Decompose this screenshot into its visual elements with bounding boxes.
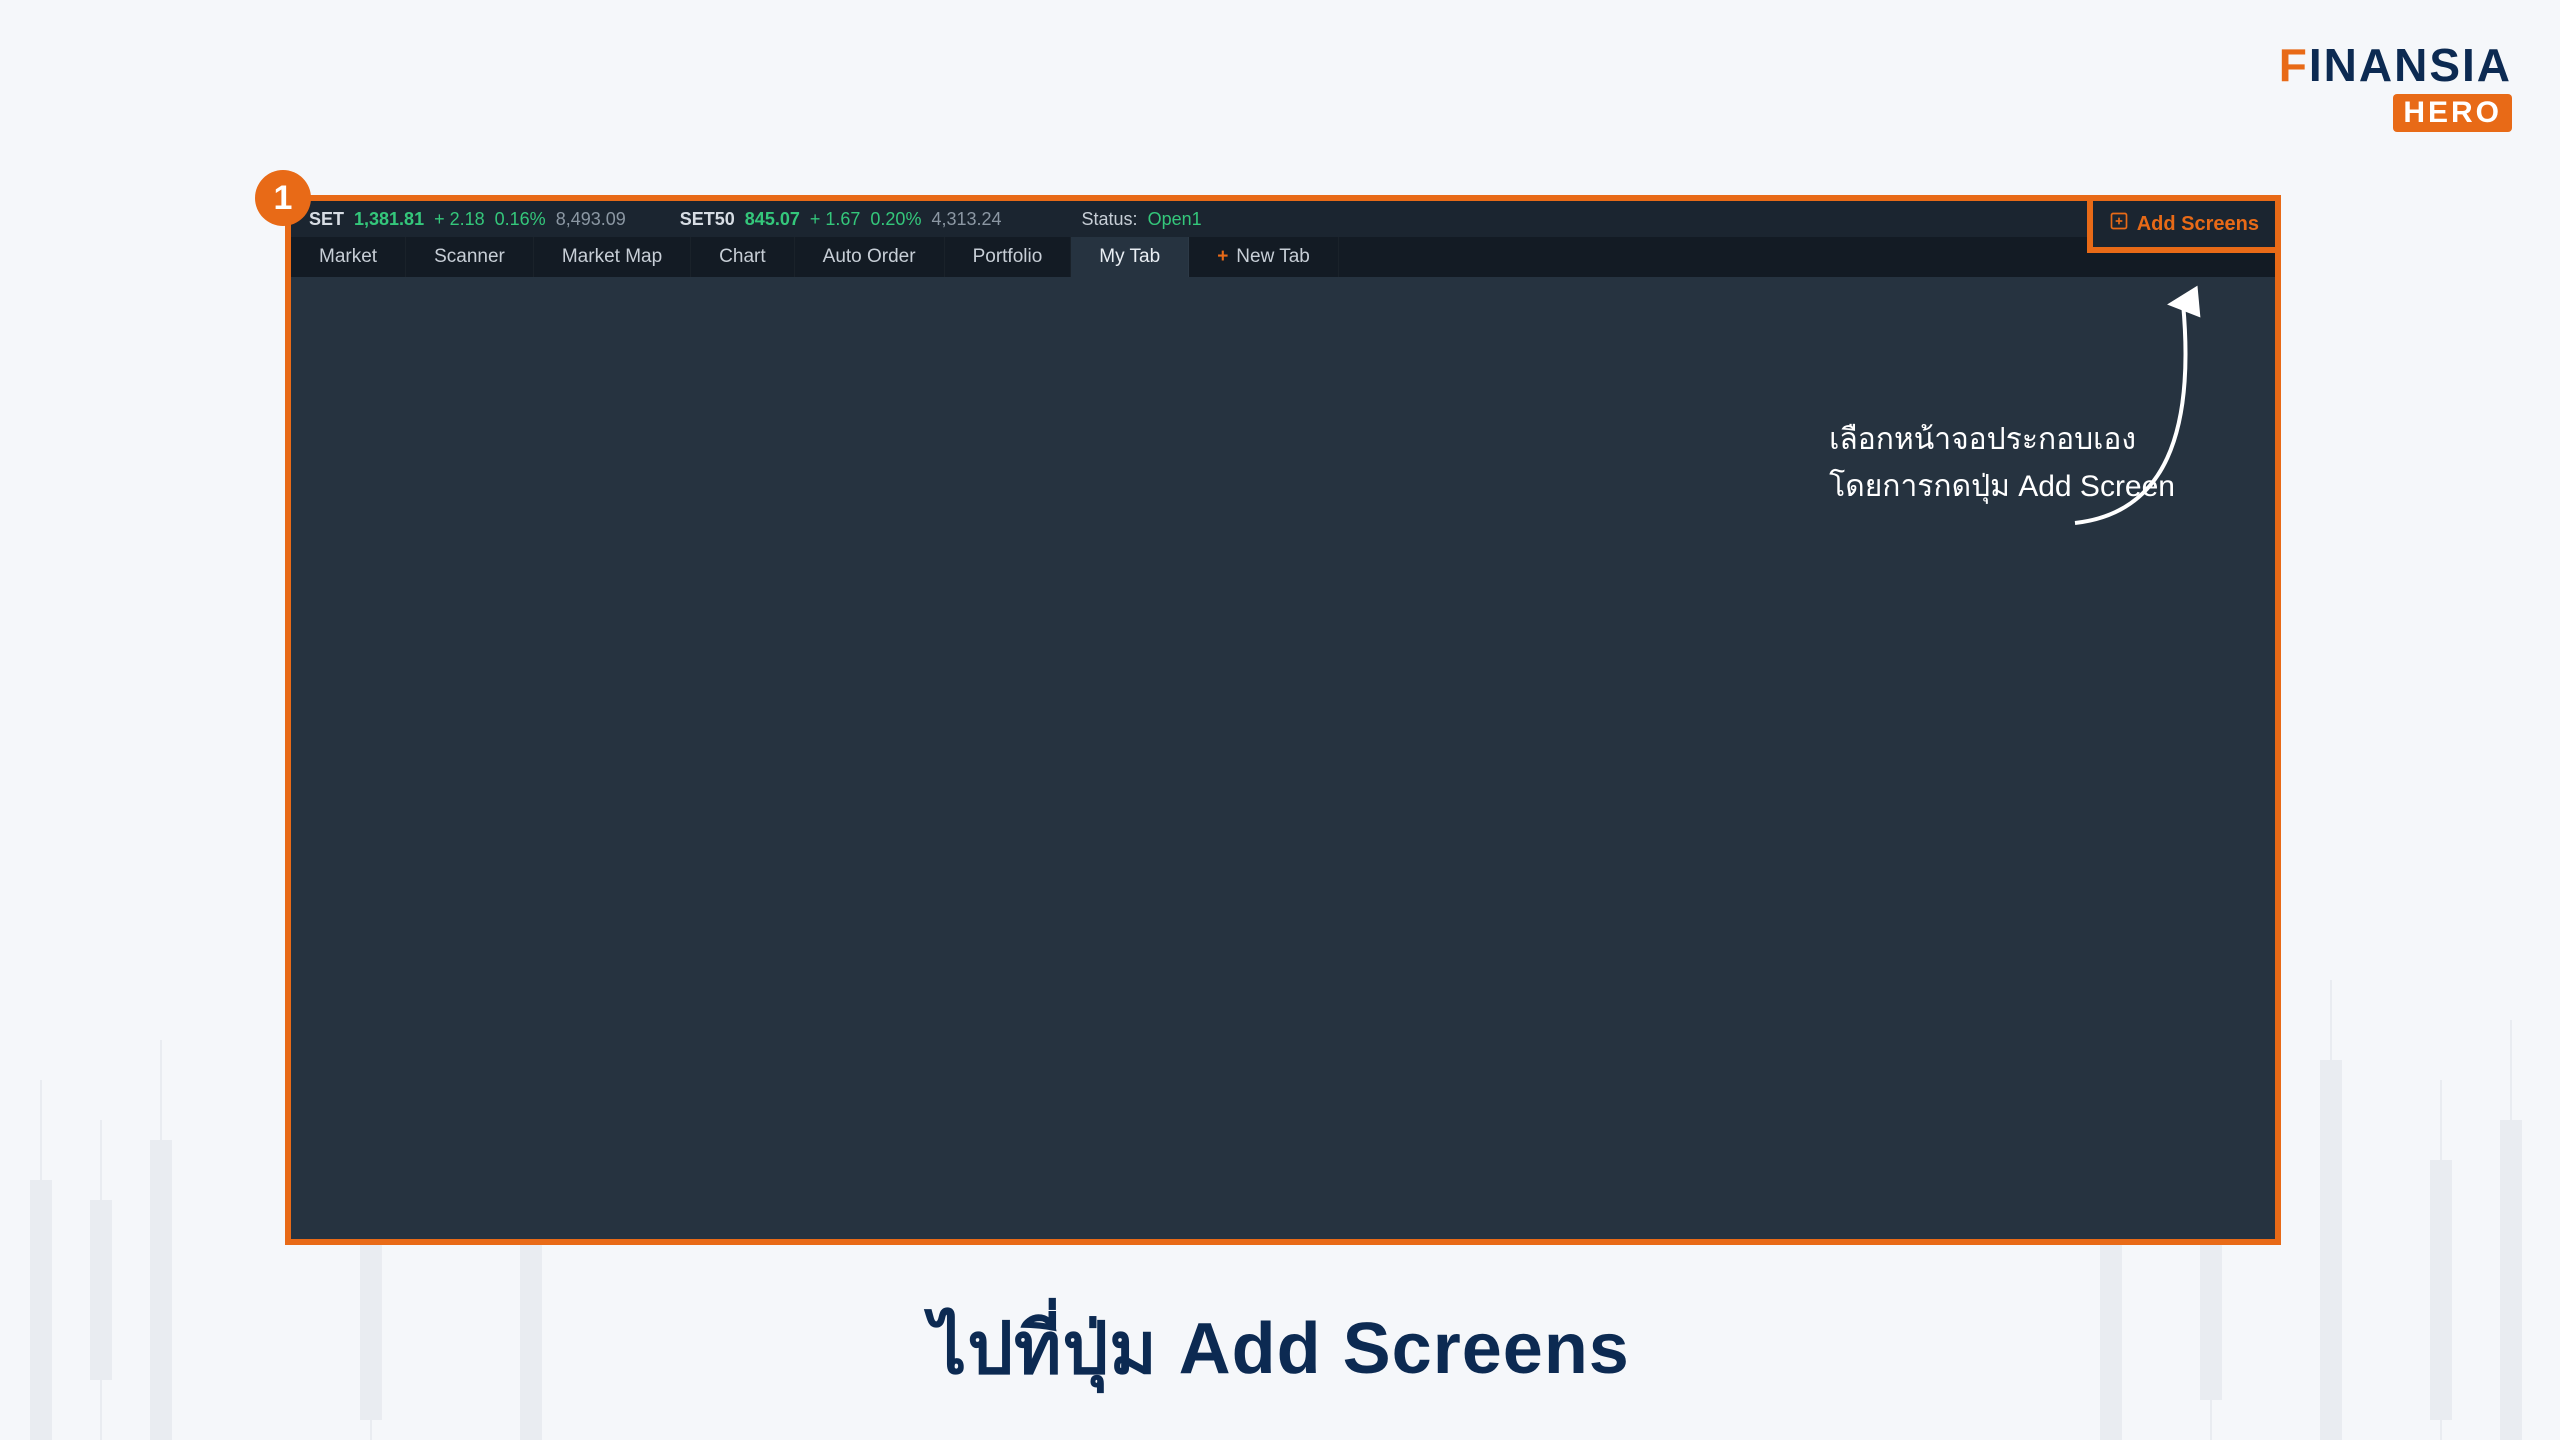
tab-my-tab[interactable]: My Tab bbox=[1071, 237, 1189, 277]
ticker-set-percent: 0.16% bbox=[495, 209, 546, 230]
tab-label: Auto Order bbox=[823, 246, 916, 268]
market-status-value: Open1 bbox=[1148, 209, 1202, 230]
add-screens-button[interactable]: Add Screens bbox=[2099, 207, 2269, 241]
annotation-line1: เลือกหน้าจอประกอบเอง bbox=[1829, 417, 2175, 464]
ticker-set-volume: 8,493.09 bbox=[556, 209, 626, 230]
ticker-set-symbol: SET bbox=[309, 209, 344, 230]
tab-portfolio[interactable]: Portfolio bbox=[945, 237, 1072, 277]
annotation-text: เลือกหน้าจอประกอบเอง โดยการกดปุ่ม Add Sc… bbox=[1829, 417, 2175, 510]
ticker-set50-symbol: SET50 bbox=[680, 209, 735, 230]
ticker-set50-value: 845.07 bbox=[745, 209, 800, 230]
add-screens-plus-icon bbox=[2109, 211, 2129, 237]
app-window: Add Screens SET 1,381.81 + 2.18 0.16% 8,… bbox=[285, 195, 2281, 1245]
tab-label: Scanner bbox=[434, 246, 505, 268]
brand-sub-badge: HERO bbox=[2393, 94, 2512, 132]
ticker-set50-change: + 1.67 bbox=[810, 209, 861, 230]
brand-name: FINANSIA bbox=[2279, 42, 2512, 88]
tab-auto-order[interactable]: Auto Order bbox=[795, 237, 945, 277]
brand-logo: FINANSIA HERO bbox=[2279, 42, 2512, 132]
tab-market-map[interactable]: Market Map bbox=[534, 237, 691, 277]
tab-strip: Market Scanner Market Map Chart Auto Ord… bbox=[291, 237, 2275, 277]
ticker-set50-volume: 4,313.24 bbox=[931, 209, 1001, 230]
brand-name-rest: INANSIA bbox=[2309, 39, 2512, 91]
market-status-label: Status: bbox=[1082, 209, 1138, 230]
tab-label: Chart bbox=[719, 246, 765, 268]
market-ticker-bar: SET 1,381.81 + 2.18 0.16% 8,493.09 SET50… bbox=[291, 201, 2275, 237]
new-tab-label: New Tab bbox=[1236, 246, 1310, 268]
ticker-set50-percent: 0.20% bbox=[870, 209, 921, 230]
add-screens-highlight: Add Screens bbox=[2087, 195, 2281, 253]
annotation-line2: โดยการกดปุ่ม Add Screen bbox=[1829, 464, 2175, 511]
tab-label: Market bbox=[319, 246, 377, 268]
plus-icon: + bbox=[1217, 246, 1228, 268]
tab-chart[interactable]: Chart bbox=[691, 237, 794, 277]
tab-market[interactable]: Market bbox=[291, 237, 406, 277]
ticker-set-change: + 2.18 bbox=[434, 209, 485, 230]
step-number-badge: 1 bbox=[255, 170, 311, 226]
tab-label: Market Map bbox=[562, 246, 662, 268]
tab-new-tab[interactable]: + New Tab bbox=[1189, 237, 1339, 277]
brand-accent-letter: F bbox=[2279, 39, 2309, 91]
ticker-set-value: 1,381.81 bbox=[354, 209, 424, 230]
add-screens-label: Add Screens bbox=[2137, 213, 2259, 236]
workspace-area: เลือกหน้าจอประกอบเอง โดยการกดปุ่ม Add Sc… bbox=[291, 277, 2275, 1239]
slide-caption: ไปที่ปุ่ม Add Screens bbox=[0, 1290, 2560, 1405]
tab-label: My Tab bbox=[1099, 246, 1160, 268]
step-number: 1 bbox=[274, 179, 293, 218]
tab-scanner[interactable]: Scanner bbox=[406, 237, 534, 277]
tab-label: Portfolio bbox=[973, 246, 1043, 268]
